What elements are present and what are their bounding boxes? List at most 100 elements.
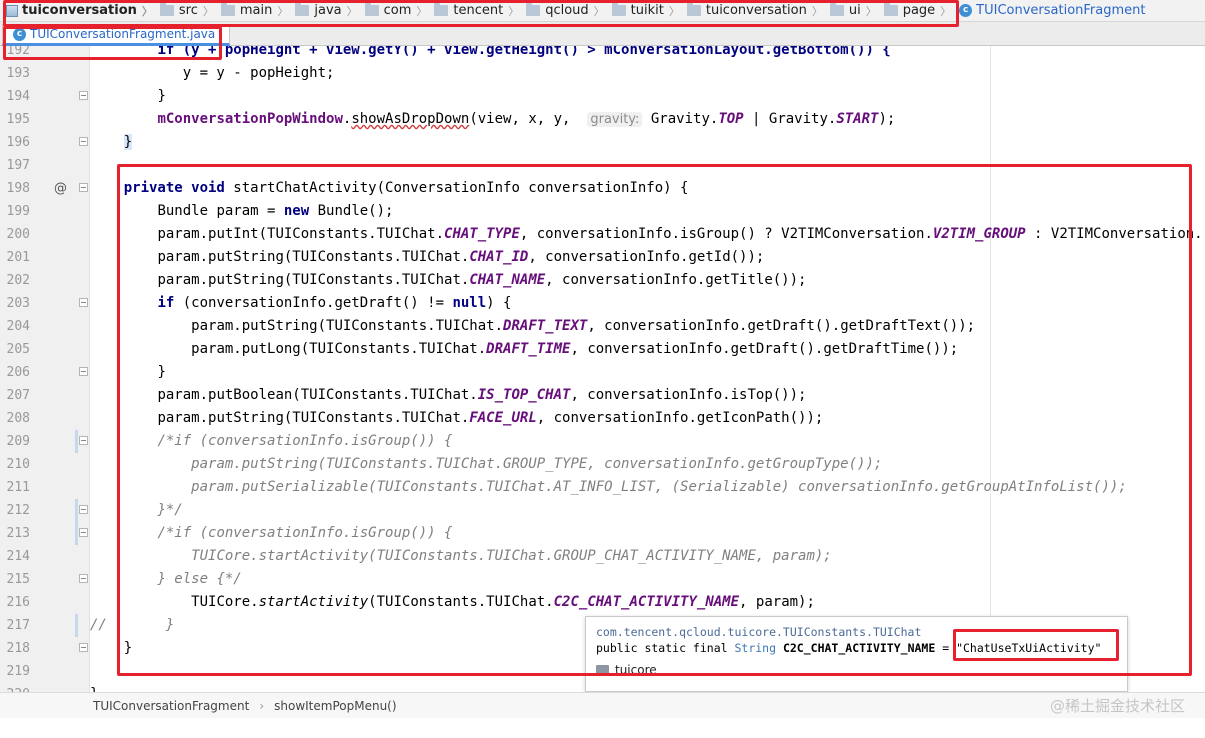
line-number: 205 [6, 342, 30, 357]
structure-class[interactable]: TUIConversationFragment [93, 699, 249, 713]
breadcrumb-item-module[interactable]: tuiconversation 〉 [0, 0, 155, 21]
folder-icon [611, 3, 626, 16]
folder-icon [434, 3, 449, 16]
code-text: param.putString(TUIConstants.TUIChat.DRA… [191, 318, 976, 334]
code-line: 192 if (y + popHeight + view.getY() + vi… [0, 46, 1205, 62]
code-text: } [157, 364, 166, 380]
breadcrumb-item-tuiconversation[interactable]: tuiconversation 〉 [682, 0, 825, 21]
code-line: 197 [0, 154, 1205, 177]
line-number: 214 [6, 549, 30, 564]
code-text: TUICore.startActivity(TUIConstants.TUICh… [191, 548, 832, 564]
code-line: 210 param.putString(TUIConstants.TUIChat… [0, 453, 1205, 476]
fold-toggle[interactable] [79, 643, 88, 652]
line-number: 216 [6, 595, 30, 610]
fold-toggle[interactable] [79, 91, 88, 100]
fold-toggle[interactable] [79, 298, 88, 307]
code-text: }*/ [157, 502, 183, 518]
line-number: 219 [6, 664, 30, 679]
code-text: param.putLong(TUIConstants.TUIChat.DRAFT… [191, 341, 959, 357]
line-number: 215 [6, 572, 30, 587]
breadcrumb-item-main[interactable]: main 〉 [216, 0, 290, 21]
tab-tuiconversationfragment[interactable]: c TUIConversationFragment.java [2, 24, 231, 46]
code-text: param.putString(TUIConstants.TUIChat.CHA… [157, 249, 765, 265]
popup-qualified-name: com.tencent.qcloud.tuicore.TUIConstants.… [596, 625, 922, 639]
fold-toggle[interactable] [79, 574, 88, 583]
breadcrumb-item-java[interactable]: java 〉 [290, 0, 359, 21]
override-icon[interactable]: @ [54, 177, 67, 200]
quick-doc-popup[interactable]: com.tencent.qcloud.tuicore.TUIConstants.… [585, 616, 1128, 692]
code-text: param.putBoolean(TUIConstants.TUIChat.IS… [157, 387, 807, 403]
breadcrumb-item-com[interactable]: com 〉 [360, 0, 430, 21]
code-line: 215 } else {*/ [0, 568, 1205, 591]
breadcrumb-item-ui[interactable]: ui 〉 [825, 0, 879, 21]
breadcrumb-item-class[interactable]: c TUIConversationFragment [953, 0, 1147, 21]
tab-label: TUIConversationFragment.java [30, 27, 216, 41]
code-line: 195 mConversationPopWindow.showAsDropDow… [0, 108, 1205, 131]
line-number: 204 [6, 319, 30, 334]
code-text: param.putString(TUIConstants.TUIChat.FAC… [157, 410, 824, 426]
code-text: } [90, 683, 98, 692]
code-line: 204 param.putString(TUIConstants.TUIChat… [0, 315, 1205, 338]
fold-toggle[interactable] [79, 137, 88, 146]
structure-method[interactable]: showItemPopMenu() [274, 699, 396, 713]
code-text: if (y + popHeight + view.getY() + view.g… [157, 46, 891, 58]
fold-toggle[interactable] [79, 505, 88, 514]
code-text: Bundle param = new Bundle(); [157, 203, 394, 219]
class-icon: c [959, 4, 973, 17]
fold-toggle[interactable] [79, 528, 88, 537]
line-number: 201 [6, 250, 30, 265]
code-text: y = y - popHeight; [182, 65, 335, 81]
code-line: 201 param.putString(TUIConstants.TUIChat… [0, 246, 1205, 269]
editor-tab-bar: c TUIConversationFragment.java [0, 22, 1205, 46]
code-editor[interactable]: 192 if (y + popHeight + view.getY() + vi… [0, 46, 1205, 692]
line-number: 210 [6, 457, 30, 472]
line-number: 217 [6, 618, 30, 633]
breadcrumb-item-qcloud[interactable]: qcloud 〉 [521, 0, 606, 21]
code-text: private void startChatActivity(Conversat… [123, 180, 689, 196]
code-line: 196 } [0, 131, 1205, 154]
breadcrumb-item-tencent[interactable]: tencent 〉 [429, 0, 521, 21]
folder-icon [526, 3, 541, 16]
code-line: 193 y = y - popHeight; [0, 62, 1205, 85]
vcs-change-marker[interactable] [75, 522, 78, 545]
line-number: 194 [6, 89, 30, 104]
code-line: 199 Bundle param = new Bundle(); [0, 200, 1205, 223]
chevron-right-icon: 〉 [668, 4, 680, 18]
chevron-right-icon: 〉 [811, 4, 823, 18]
vcs-change-marker[interactable] [75, 499, 78, 522]
watermark: @稀土掘金技术社区 [1049, 697, 1185, 715]
vcs-change-marker[interactable] [75, 614, 78, 637]
code-text: param.putString(TUIConstants.TUIChat.CHA… [157, 272, 807, 288]
chevron-right-icon: › [259, 698, 265, 713]
fold-toggle[interactable] [79, 436, 88, 445]
chevron-right-icon: 〉 [202, 4, 214, 18]
chevron-right-icon: 〉 [141, 4, 153, 18]
module-folder-icon [596, 664, 609, 676]
breadcrumb-item-src[interactable]: src 〉 [155, 0, 216, 21]
code-text: param.putSerializable(TUIConstants.TUICh… [191, 479, 1127, 495]
code-text: // } [90, 617, 175, 633]
module-icon [6, 4, 18, 17]
chevron-right-icon: 〉 [593, 4, 605, 18]
code-line: 211 param.putSerializable(TUIConstants.T… [0, 476, 1205, 499]
fold-toggle[interactable] [79, 183, 88, 192]
code-text: } [123, 640, 133, 656]
parameter-hint: gravity: [587, 112, 643, 127]
code-text: TUICore.startActivity(TUIConstants.TUICh… [191, 594, 815, 610]
breadcrumb-item-tuikit[interactable]: tuikit 〉 [607, 0, 682, 21]
code-line: 198 @ private void startChatActivity(Con… [0, 177, 1205, 200]
fold-toggle[interactable] [79, 367, 88, 376]
vcs-change-marker[interactable] [75, 430, 78, 453]
code-line: 212 }*/ [0, 499, 1205, 522]
line-number: 213 [6, 526, 30, 541]
popup-module[interactable]: tuicore [596, 663, 657, 677]
line-number: 192 [6, 46, 30, 58]
code-line: 205 param.putLong(TUIConstants.TUIChat.D… [0, 338, 1205, 361]
code-line: 207 param.putBoolean(TUIConstants.TUICha… [0, 384, 1205, 407]
code-text: param.putString(TUIConstants.TUIChat.GRO… [191, 456, 883, 472]
code-line: 214 TUICore.startActivity(TUIConstants.T… [0, 545, 1205, 568]
line-number: 220 [0, 683, 30, 692]
breadcrumb-item-page[interactable]: page 〉 [879, 0, 953, 21]
folder-icon [159, 3, 174, 16]
line-number: 198 [6, 181, 30, 196]
